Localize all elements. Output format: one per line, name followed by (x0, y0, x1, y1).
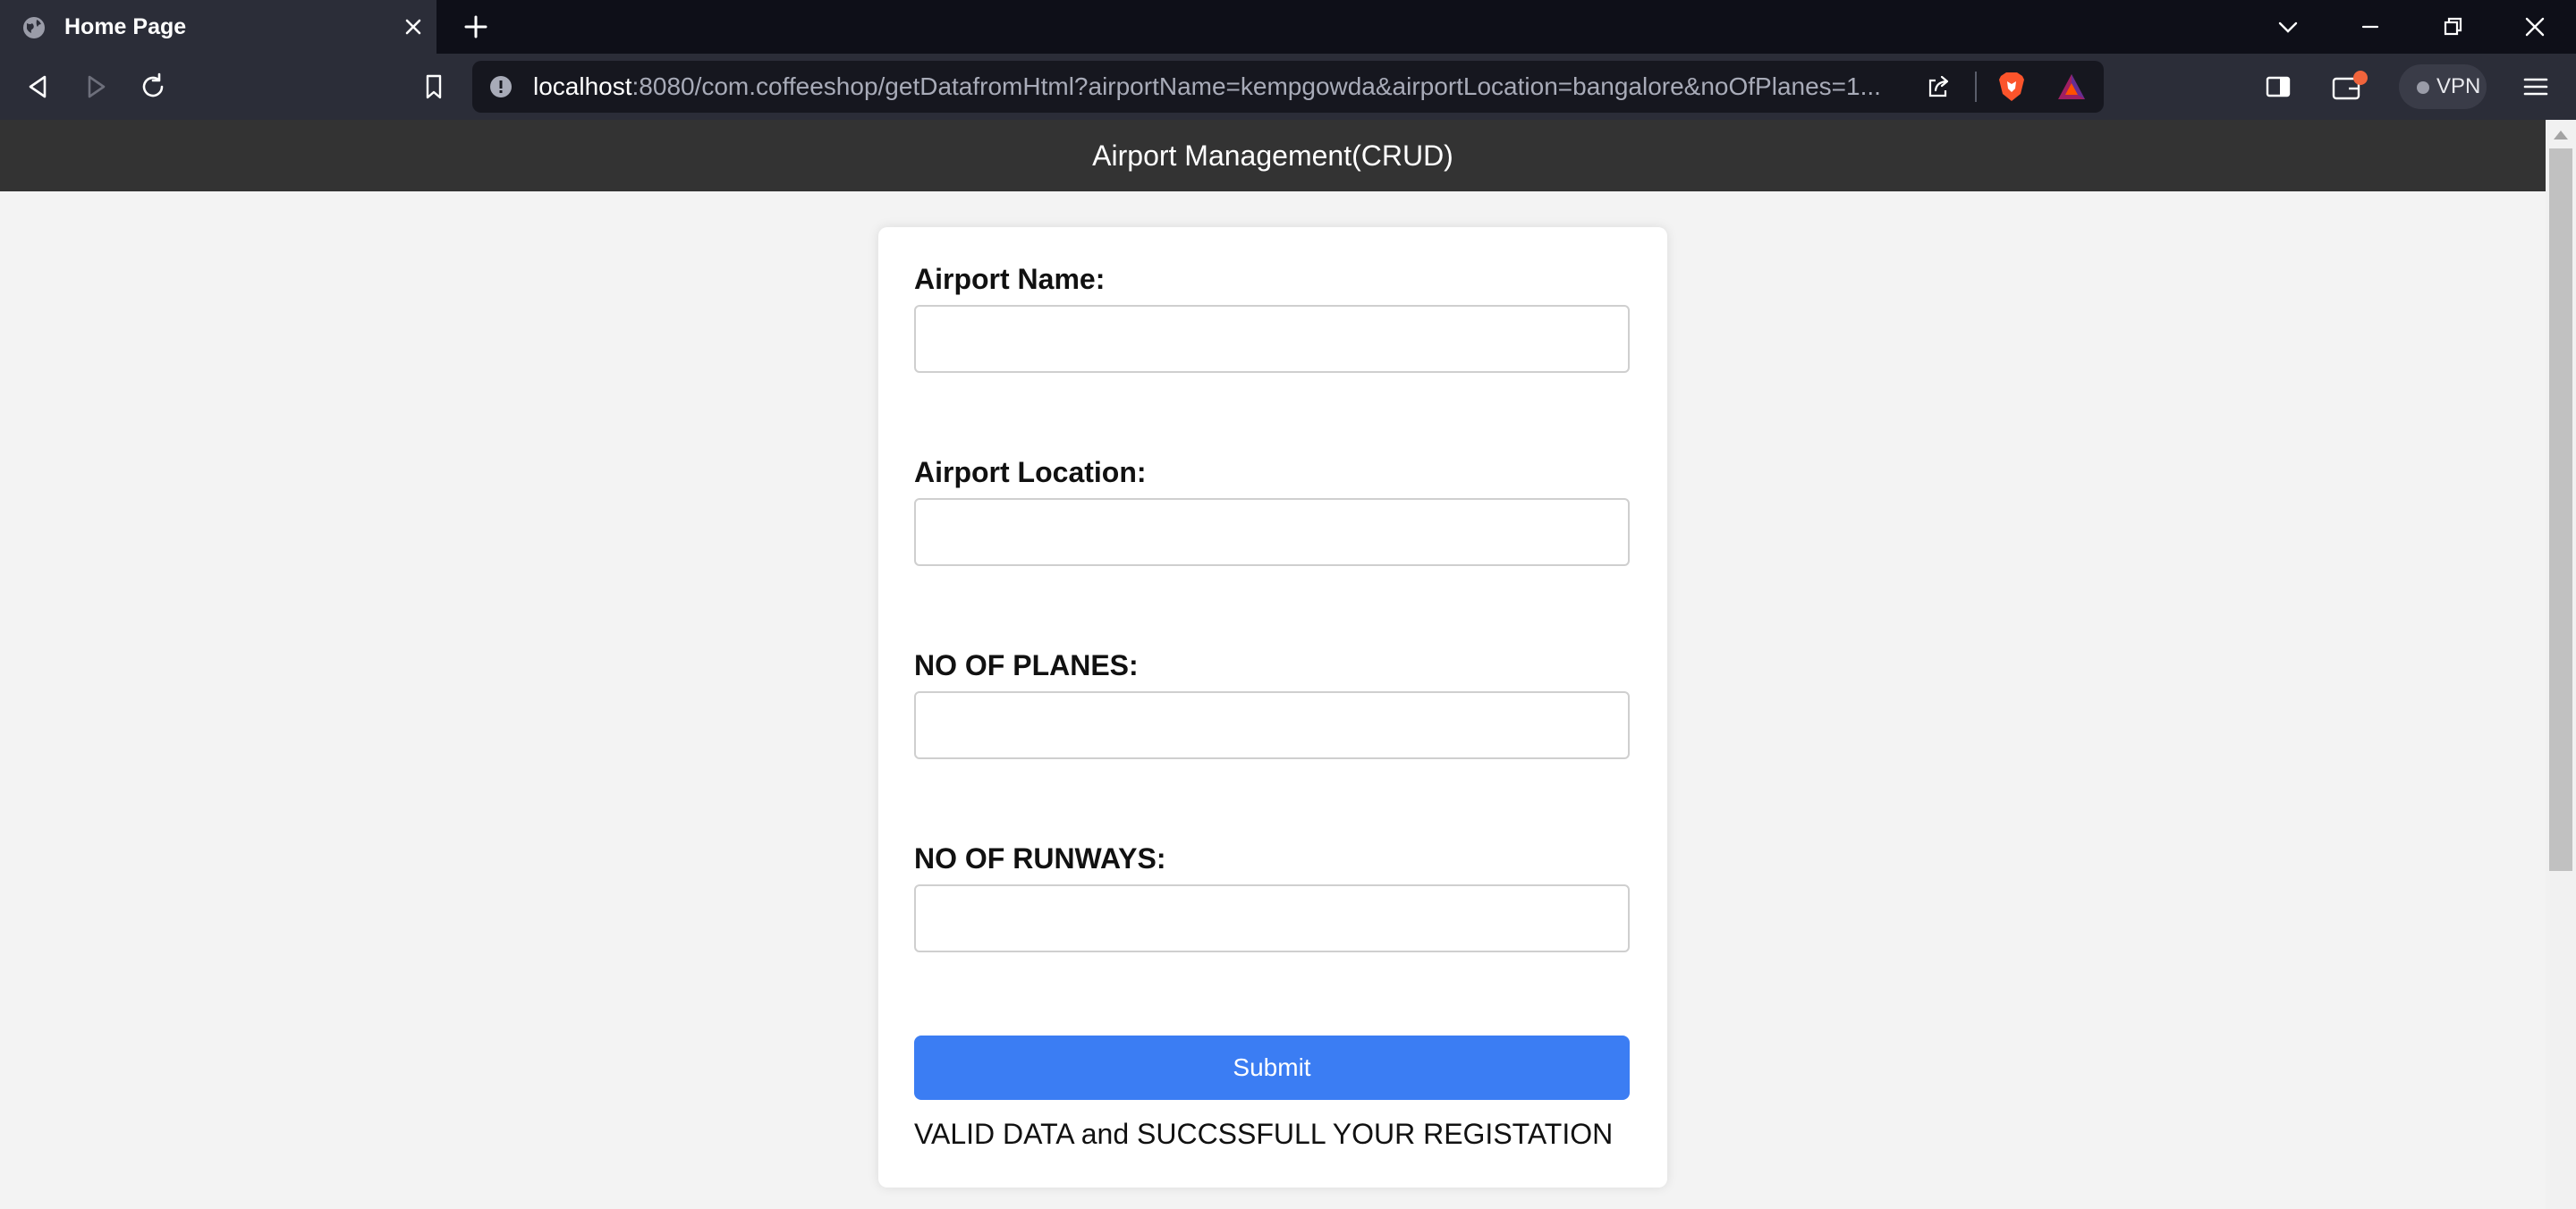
no-of-planes-input[interactable] (914, 691, 1630, 759)
airport-name-label: Airport Name: (914, 263, 1106, 295)
url-text[interactable]: localhost:8080/com.coffeeshop/getDatafro… (533, 61, 1928, 113)
brave-rewards-icon[interactable] (2055, 72, 2088, 102)
submit-button[interactable]: Submit (914, 1036, 1630, 1100)
close-icon[interactable] (401, 14, 426, 39)
brave-shields-icon[interactable] (1996, 71, 2027, 103)
url-host: localhost (533, 72, 632, 100)
status-message: VALID DATA and SUCCSSFULL YOUR REGISTATI… (914, 1118, 1614, 1150)
tab-title: Home Page (64, 14, 187, 39)
page-scrollbar[interactable] (2546, 120, 2576, 1209)
vpn-button[interactable]: VPN (2399, 64, 2487, 109)
address-separator (1975, 72, 1977, 102)
info-icon[interactable] (488, 74, 513, 99)
airport-location-label: Airport Location: (914, 456, 1147, 488)
url-path: :8080/com.coffeeshop/getDatafromHtml?air… (631, 72, 1881, 100)
sidebar-icon[interactable] (2263, 72, 2293, 102)
page-title: Airport Management(CRUD) (1092, 140, 1453, 172)
window-close-icon[interactable] (2521, 13, 2549, 41)
vpn-label: VPN (2436, 74, 2481, 98)
hamburger-menu-icon[interactable] (2521, 72, 2551, 102)
bookmark-icon[interactable] (419, 72, 449, 102)
plus-icon[interactable] (462, 13, 490, 41)
airport-name-input[interactable] (914, 305, 1630, 373)
airport-form: Airport Name: Airport Location: NO OF PL… (878, 227, 1667, 1188)
chevron-down-icon[interactable] (2274, 13, 2302, 41)
airport-location-input[interactable] (914, 498, 1630, 566)
reload-icon[interactable] (138, 72, 168, 102)
no-of-runways-input[interactable] (914, 884, 1630, 952)
globe-icon (23, 17, 45, 38)
forward-icon[interactable] (80, 72, 111, 102)
no-of-runways-label: NO OF RUNWAYS: (914, 842, 1166, 875)
scroll-up-arrow-icon[interactable] (2554, 131, 2568, 140)
tab-strip: Home Page (0, 0, 2576, 54)
browser-toolbar: localhost:8080/com.coffeeshop/getDatafro… (0, 54, 2576, 120)
no-of-planes-label: NO OF PLANES: (914, 649, 1139, 681)
back-icon[interactable] (23, 72, 54, 102)
vpn-status-dot (2417, 81, 2429, 94)
wallet-icon[interactable] (2331, 70, 2368, 104)
minimize-icon[interactable] (2356, 13, 2385, 41)
tab-home-page[interactable]: Home Page (0, 0, 436, 54)
address-bar[interactable]: localhost:8080/com.coffeeshop/getDatafro… (472, 61, 2104, 113)
restore-icon[interactable] (2438, 13, 2467, 41)
page-header: Airport Management(CRUD) (0, 120, 2546, 191)
share-icon[interactable] (1925, 73, 1952, 100)
scrollbar-thumb[interactable] (2549, 148, 2572, 871)
